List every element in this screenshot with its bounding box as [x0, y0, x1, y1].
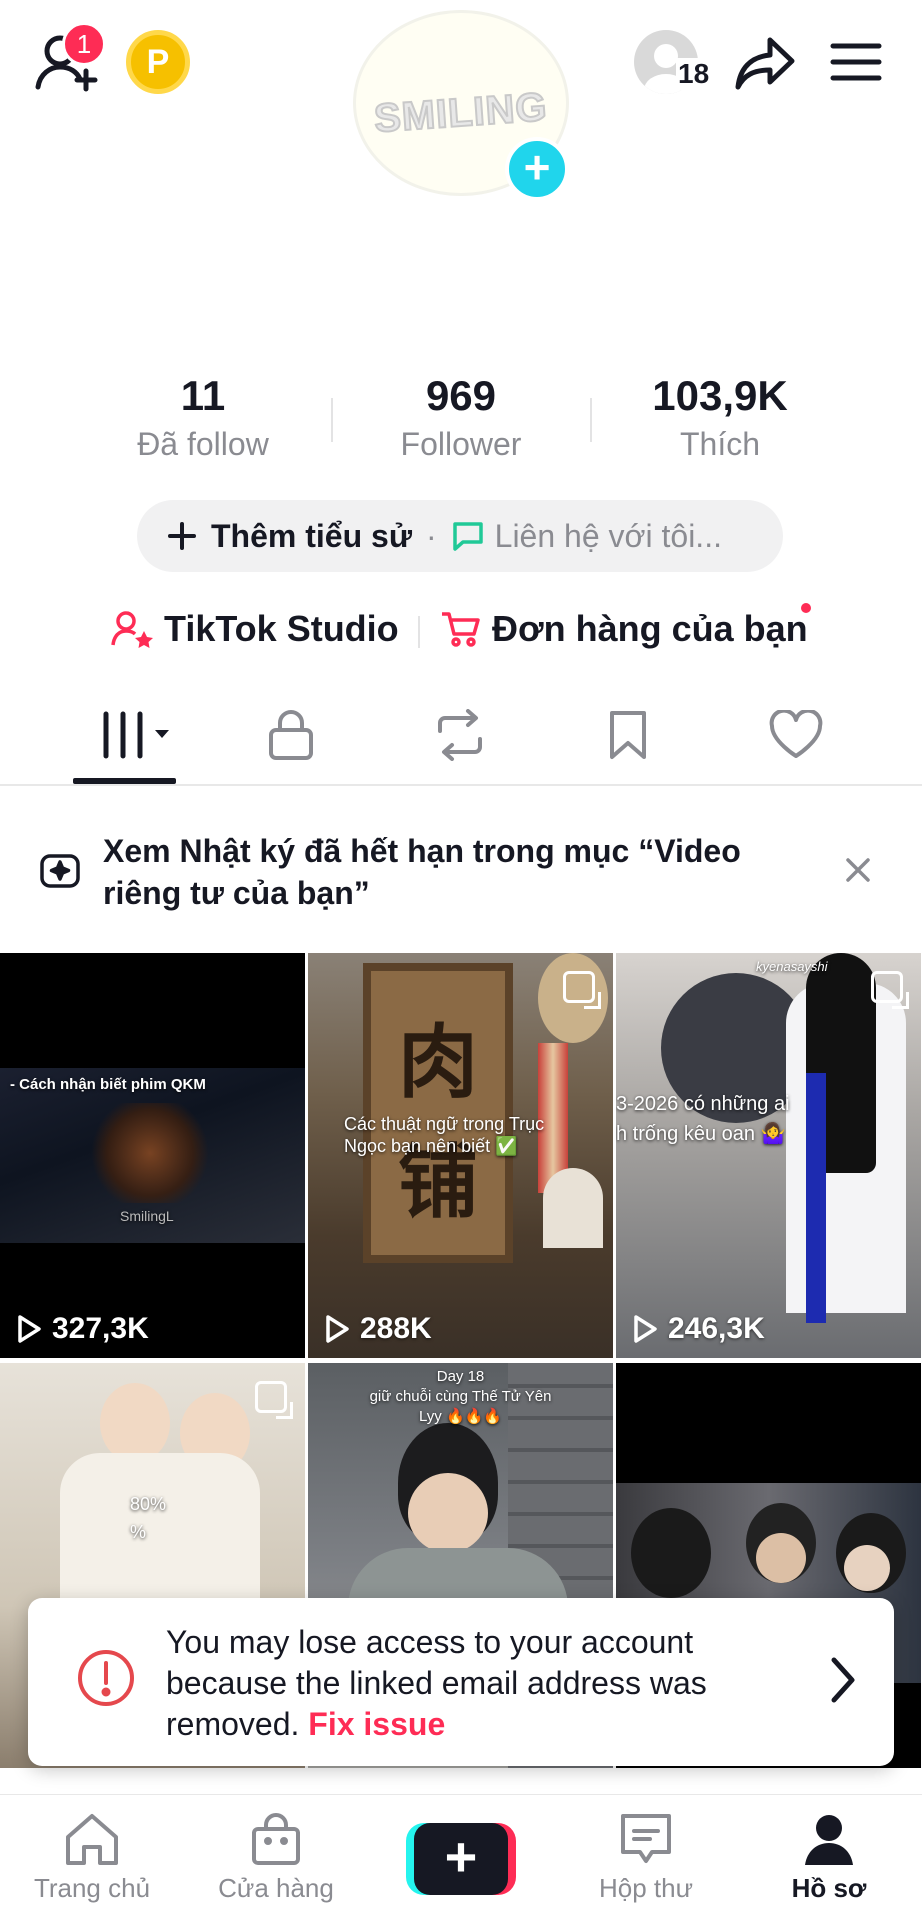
coin-icon[interactable]: P	[126, 30, 190, 94]
shopping-bag-icon	[252, 1813, 300, 1865]
top-bar: 1 P SMILING + 18	[0, 0, 922, 201]
nav-inbox-label: Hộp thư	[598, 1873, 693, 1903]
profile-stats: 11 Đã follow 969 Follower 103,9K Thích	[0, 372, 922, 472]
plus-icon: +	[414, 1823, 508, 1895]
stat-likes-label: Thích	[679, 426, 761, 462]
video-caption: Day 18 giữ chuỗi cùng Thế Tử Yên Lyy 🔥🔥🔥	[369, 1368, 552, 1425]
play-icon	[18, 1315, 41, 1343]
inbox-icon	[621, 1814, 671, 1863]
repost-icon	[438, 709, 482, 761]
bio-pill: Thêm tiểu sử · Liên hệ với tôi...	[137, 500, 783, 572]
profile-viewers-count: 18	[676, 58, 712, 90]
heart-icon	[769, 710, 823, 758]
orders-label: Đơn hàng của bạn	[492, 608, 808, 649]
profile-links: TikTok Studio Đơn hàng của bạn	[0, 600, 922, 660]
studio-icon	[111, 611, 153, 648]
lock-icon	[269, 710, 313, 760]
photo-carousel-icon	[563, 971, 601, 1009]
tab-reposts[interactable]	[415, 702, 505, 768]
view-count-value: 246,3K	[668, 1312, 765, 1345]
orders-link[interactable]: Đơn hàng của bạn	[440, 608, 808, 650]
video-thumbnail[interactable]: - Cách nhận biết phim QKM SmilingL 327,3…	[0, 953, 305, 1358]
menu-icon[interactable]	[828, 38, 884, 86]
nav-home[interactable]: Trang chủ	[12, 1811, 172, 1904]
view-count-value: 288K	[360, 1312, 432, 1345]
tab-videos[interactable]	[80, 702, 180, 768]
photo-carousel-icon	[871, 971, 909, 1009]
orders-notification-dot	[801, 603, 811, 613]
view-count-value: 327,3K	[52, 1312, 149, 1345]
play-icon	[634, 1315, 657, 1343]
plus-icon	[168, 522, 196, 550]
chat-icon	[452, 522, 483, 551]
stat-divider	[590, 398, 592, 442]
tiktok-studio-label: TikTok Studio	[164, 608, 399, 649]
video-thumbnail[interactable]: 肉 铺 Các thuật ngữ trong Trục Ngọc bạn nê…	[308, 953, 613, 1358]
view-count: 288K	[324, 1312, 432, 1346]
tab-private[interactable]	[246, 702, 336, 768]
create-button[interactable]: +	[406, 1823, 516, 1895]
stat-following-value: 11	[180, 372, 226, 419]
close-icon[interactable]	[842, 854, 874, 891]
view-count: 327,3K	[16, 1312, 149, 1346]
tab-favorites[interactable]	[583, 702, 673, 768]
bookmark-icon	[610, 711, 646, 759]
video-caption: 3-2026 có những ai h trống kêu oan 🤷‍♀️	[616, 1093, 790, 1145]
view-count: 246,3K	[632, 1312, 765, 1346]
stat-followers-label: Follower	[400, 426, 522, 462]
play-icon	[326, 1315, 349, 1343]
stat-divider	[331, 398, 333, 442]
home-icon	[66, 1814, 118, 1865]
stat-likes-value: 103,9K	[652, 372, 788, 419]
share-icon[interactable]	[732, 32, 798, 94]
stat-followers[interactable]: 969 Follower	[341, 372, 581, 463]
expired-diary-notice[interactable]: Xem Nhật ký đã hết hạn trong mục “Video …	[0, 810, 922, 950]
stat-likes[interactable]: 103,9K Thích	[600, 372, 840, 463]
email-warning-toast[interactable]: You may lose access to your account beca…	[28, 1598, 894, 1766]
notice-text: Xem Nhật ký đã hết hạn trong mục “Video …	[103, 833, 741, 911]
nav-shop-label: Cửa hàng	[218, 1873, 334, 1903]
toast-message: You may lose access to your account beca…	[166, 1622, 806, 1745]
nav-shop[interactable]: Cửa hàng	[196, 1811, 356, 1904]
grid-icon	[103, 711, 169, 759]
video-caption: 80% %	[130, 1494, 167, 1542]
avatar-logo: SMILING	[372, 83, 550, 141]
sparkle-icon	[38, 848, 82, 897]
stat-following-label: Đã follow	[137, 426, 269, 462]
video-thumbnail[interactable]: 3-2026 có những ai h trống kêu oan 🤷‍♀️ …	[616, 953, 921, 1358]
video-watermark: kyenasayshi	[756, 959, 828, 974]
photo-carousel-icon	[255, 1381, 293, 1419]
profile-icon	[805, 1815, 853, 1865]
warning-icon	[76, 1648, 136, 1713]
cart-icon	[442, 612, 480, 647]
nav-profile-label: Hồ sơ	[791, 1873, 867, 1903]
active-tab-indicator	[73, 778, 176, 784]
add-bio-button[interactable]: Thêm tiểu sử	[167, 518, 412, 555]
video-caption: Các thuật ngữ trong Trục Ngọc bạn nên bi…	[344, 1114, 545, 1156]
add-bio-label: Thêm tiểu sử	[211, 517, 412, 554]
nav-inbox[interactable]: Hộp thư	[566, 1811, 726, 1904]
bottom-navigation: Trang chủ Cửa hàng + Hộp thư Hồ sơ	[0, 1794, 922, 1920]
profile-tabs	[0, 690, 922, 786]
nav-home-label: Trang chủ	[33, 1873, 151, 1903]
nav-profile[interactable]: Hồ sơ	[749, 1811, 909, 1904]
contact-label: Liên hệ với tôi...	[494, 517, 722, 554]
link-divider	[418, 616, 420, 648]
chevron-right-icon[interactable]	[828, 1656, 858, 1709]
video-watermark: SmilingL	[120, 1208, 174, 1224]
stat-followers-value: 969	[425, 372, 497, 419]
stat-following[interactable]: 11 Đã follow	[83, 372, 323, 463]
contact-button[interactable]: Liên hệ với tôi...	[451, 518, 722, 555]
add-avatar-button[interactable]: +	[505, 137, 569, 201]
video-caption: - Cách nhận biết phim QKM	[10, 1076, 206, 1093]
fix-issue-link[interactable]: Fix issue	[308, 1706, 445, 1742]
notification-badge: 1	[62, 22, 106, 66]
tiktok-studio-link[interactable]: TikTok Studio	[110, 608, 399, 650]
bio-separator: ·	[425, 517, 437, 554]
tab-liked[interactable]	[751, 702, 841, 768]
